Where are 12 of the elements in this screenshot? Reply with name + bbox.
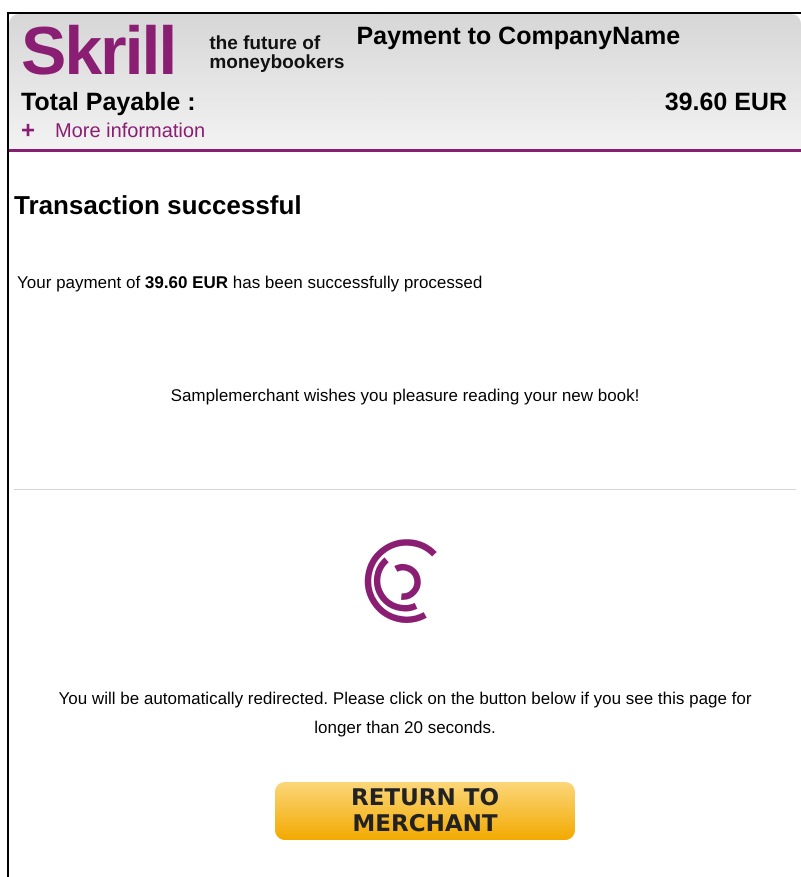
more-information-link[interactable]: More information — [55, 120, 206, 142]
payee-title: Payment to CompanyName — [356, 22, 680, 51]
total-label: Total Payable : — [21, 88, 196, 117]
return-to-merchant-button[interactable]: RETURN TO MERCHANT — [275, 782, 575, 840]
plus-icon[interactable]: + — [21, 119, 36, 143]
payment-message: Your payment of 39.60 EUR has been successfully processed — [17, 273, 484, 293]
merchant-note: Samplemerchant wishes you pleasure reading your new book! — [170, 386, 640, 406]
status-heading: Transaction successful — [14, 190, 303, 221]
redirect-message: You will be automatically redirected. Please click on the button below if you see this page for longer than 20 seconds. — [58, 688, 752, 739]
skrill-logo: Skrill — [21, 20, 176, 82]
tagline: the future of moneybookers — [209, 34, 344, 72]
total-amount: 39.60 EUR — [664, 88, 787, 117]
